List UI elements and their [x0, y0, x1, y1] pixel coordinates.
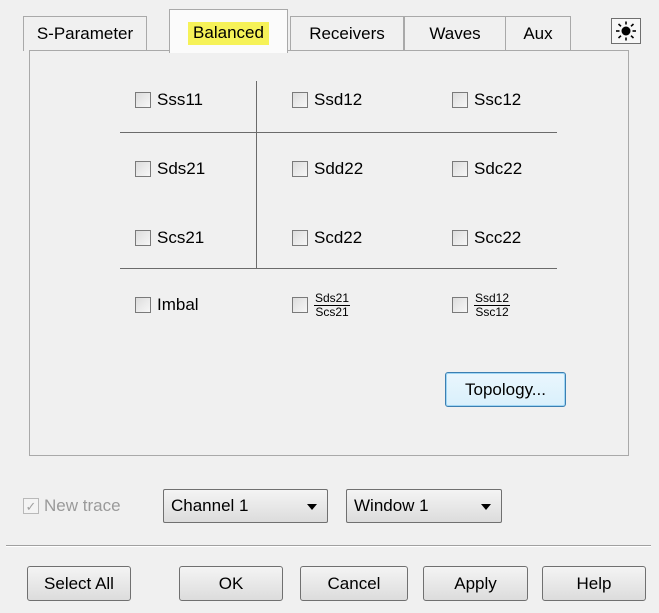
checkbox-label: Sdd22: [314, 159, 364, 178]
checkbox-sdd22[interactable]: Sdd22: [292, 158, 363, 180]
window-select[interactable]: Window 1: [346, 489, 502, 523]
apply-button-label: Apply: [454, 573, 497, 593]
new-trace-label: New trace: [44, 496, 121, 515]
checkbox-sdc22[interactable]: Sdc22: [452, 158, 522, 180]
topology-button[interactable]: Topology...: [445, 372, 566, 407]
footer-divider: [6, 545, 651, 547]
checkbox-box[interactable]: [452, 230, 468, 246]
cancel-button[interactable]: Cancel: [300, 566, 408, 601]
sun-button[interactable]: [611, 18, 641, 44]
checkbox-box[interactable]: [292, 230, 308, 246]
sun-icon: [616, 21, 636, 41]
dropdown-arrow-icon: [481, 504, 491, 510]
ratio-numerator: Sds21: [314, 290, 351, 306]
help-button-label: Help: [576, 573, 612, 593]
checkbox-label: Imbal: [157, 295, 199, 314]
apply-button[interactable]: Apply: [423, 566, 528, 601]
checkbox-box[interactable]: [135, 230, 151, 246]
ratio-label: Ssd12 Ssc12: [474, 290, 511, 319]
grid-divider-vertical: [256, 81, 257, 269]
ok-button-label: OK: [218, 573, 244, 593]
checkbox-label: Ssc12: [474, 90, 522, 109]
checkbox-scc22[interactable]: Scc22: [452, 227, 521, 249]
checkbox-box[interactable]: [292, 297, 308, 313]
balanced-panel: Sss11 Ssd12 Ssc12 Sds21 Sdd22 Sdc22 Scs2…: [29, 50, 629, 456]
tab-label: Balanced: [188, 22, 269, 45]
tab-label: Aux: [523, 24, 553, 43]
ratio-denominator: Scs21: [315, 304, 349, 319]
checkbox-sss11[interactable]: Sss11: [135, 89, 203, 111]
tab-label: Receivers: [309, 24, 385, 43]
dropdown-arrow-icon: [307, 504, 317, 510]
window-select-value: Window 1: [354, 496, 429, 515]
select-all-button-label: Select All: [44, 573, 114, 593]
channel-select-value: Channel 1: [171, 496, 249, 515]
checkbox-box[interactable]: [135, 92, 151, 108]
tab-label: Waves: [429, 24, 481, 43]
checkbox-box[interactable]: [452, 297, 468, 313]
checkbox-scd22[interactable]: Scd22: [292, 227, 362, 249]
help-button[interactable]: Help: [542, 566, 646, 601]
checkmark-icon[interactable]: ✓: [23, 498, 39, 514]
ok-button[interactable]: OK: [179, 566, 283, 601]
checkbox-ssd12-over-ssc12[interactable]: Ssd12 Ssc12: [452, 290, 511, 319]
checkbox-sds21-over-scs21[interactable]: Sds21 Scs21: [292, 290, 351, 319]
ratio-denominator: Ssc12: [475, 304, 509, 319]
checkbox-ssc12[interactable]: Ssc12: [452, 89, 521, 111]
checkbox-box[interactable]: [292, 161, 308, 177]
checkbox-label: Sds21: [157, 159, 206, 178]
checkbox-box[interactable]: [135, 161, 151, 177]
tab-waves[interactable]: Waves: [404, 16, 506, 51]
channel-select[interactable]: Channel 1: [163, 489, 328, 523]
tab-label: S-Parameter: [36, 24, 134, 43]
tab-receivers[interactable]: Receivers: [290, 16, 404, 51]
select-all-button[interactable]: Select All: [27, 566, 131, 601]
checkbox-label: Scd22: [314, 228, 363, 247]
ratio-label: Sds21 Scs21: [314, 290, 351, 319]
grid-divider-top: [120, 132, 557, 133]
tab-aux[interactable]: Aux: [505, 16, 571, 51]
checkbox-sds21[interactable]: Sds21: [135, 158, 205, 180]
checkbox-box[interactable]: [292, 92, 308, 108]
new-trace-checkbox[interactable]: ✓ New trace: [23, 495, 121, 517]
checkbox-label: Scs21: [157, 228, 205, 247]
checkbox-scs21[interactable]: Scs21: [135, 227, 204, 249]
checkbox-label: Ssd12: [314, 90, 363, 109]
tab-s-parameter[interactable]: S-Parameter: [23, 16, 147, 51]
checkbox-box[interactable]: [452, 92, 468, 108]
tab-balanced[interactable]: Balanced: [169, 9, 288, 53]
checkbox-box[interactable]: [135, 297, 151, 313]
checkbox-imbal[interactable]: Imbal: [135, 294, 199, 316]
checkbox-box[interactable]: [452, 161, 468, 177]
checkbox-label: Sdc22: [474, 159, 523, 178]
checkbox-label: Scc22: [474, 228, 522, 247]
ratio-numerator: Ssd12: [474, 290, 511, 306]
checkbox-label: Sss11: [157, 90, 203, 109]
cancel-button-label: Cancel: [327, 573, 381, 593]
topology-button-label: Topology...: [465, 379, 546, 399]
checkbox-ssd12[interactable]: Ssd12: [292, 89, 362, 111]
grid-divider-bottom: [120, 268, 557, 269]
